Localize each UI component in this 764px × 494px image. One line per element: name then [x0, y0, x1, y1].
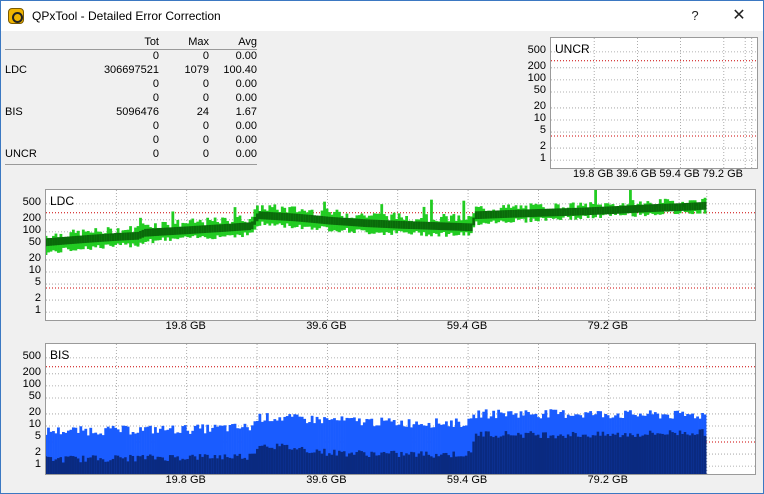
bis-chart-svg — [46, 344, 755, 474]
y-tick-label: 200 — [22, 365, 41, 378]
stats-cell-label — [5, 119, 65, 133]
y-tick-label: 500 — [22, 349, 41, 362]
stats-cell-avg: 0.00 — [235, 92, 257, 104]
x-tick-label: 59.4 GB — [446, 320, 488, 332]
x-tick-label: 59.4 GB — [446, 474, 488, 486]
stats-cell-max: 0 — [202, 120, 209, 132]
stats-cell-max: 0 — [202, 148, 209, 160]
stats-cell-label — [5, 49, 65, 63]
qpxtool-app-icon — [8, 8, 24, 24]
y-tick-label: 50 — [533, 83, 546, 96]
x-tick-label: 39.6 GB — [306, 320, 347, 332]
close-button[interactable]: ✕ — [719, 1, 759, 31]
stats-cell-avg: 0.00 — [235, 50, 257, 62]
y-tick-label: 10 — [533, 112, 546, 124]
stats-cell-tot: 0 — [152, 120, 159, 132]
stats-cell-tot: 0 — [152, 92, 159, 104]
stats-header-tot: Tot — [144, 36, 159, 48]
stats-cell-label — [5, 133, 65, 147]
ldc-chart-title: LDC — [50, 194, 75, 208]
stats-cell-avg: 100.40 — [223, 64, 257, 76]
stats-cell-tot: 0 — [152, 148, 159, 160]
stats-cell-label — [5, 77, 65, 91]
stats-header-divider — [5, 49, 257, 50]
y-tick-label: 1 — [34, 304, 41, 317]
x-tick-label: 19.8 GB — [165, 320, 206, 332]
bis-chart: BIS — [45, 343, 756, 475]
stats-cell-tot: 306697521 — [103, 64, 159, 76]
y-tick-label: 20 — [533, 99, 546, 112]
stats-row: 0 0 0.00 — [5, 49, 257, 63]
stats-row: 0 0 0.00 — [5, 91, 257, 105]
y-tick-label: 20 — [28, 251, 41, 264]
y-tick-label: 5 — [539, 124, 546, 137]
y-tick-label: 50 — [28, 235, 41, 248]
y-tick-label: 2 — [34, 292, 41, 305]
stats-header-avg: Avg — [238, 36, 257, 48]
stats-row: LDC 306697521 1079 100.40 — [5, 63, 257, 77]
stats-cell-label: UNCR — [5, 148, 37, 160]
uncr-chart: UNCR — [550, 37, 758, 169]
stats-cell-avg: 0.00 — [235, 134, 257, 146]
stats-row: UNCR 0 0 0.00 — [5, 147, 257, 161]
x-tick-label: 79.2 GB — [587, 320, 628, 332]
y-tick-label: 50 — [28, 389, 41, 402]
stats-header-label — [5, 35, 65, 49]
x-tick-label: 19.8 GB — [165, 474, 206, 486]
stats-cell-label: BIS — [5, 106, 23, 118]
stats-cell-avg: 0.00 — [235, 120, 257, 132]
stats-cell-avg: 1.67 — [235, 106, 257, 118]
stats-table: Tot Max Avg 0 0 0.00 LDC 306697521 1079 100.40… — [5, 35, 257, 161]
ldc-chart: LDC — [45, 189, 756, 321]
y-tick-label: 5 — [34, 276, 41, 289]
y-tick-label: 10 — [28, 418, 41, 430]
stats-row: 0 0 0.00 — [5, 119, 257, 133]
y-tick-label: 2 — [539, 140, 546, 153]
stats-header-row: Tot Max Avg — [5, 35, 257, 49]
stats-cell-max: 0 — [202, 78, 209, 90]
stats-cell-label — [5, 91, 65, 105]
stats-row: 0 0 0.00 — [5, 77, 257, 91]
ldc-chart-svg — [46, 190, 755, 320]
y-tick-label: 10 — [28, 264, 41, 276]
y-tick-label: 2 — [34, 446, 41, 459]
y-tick-label: 500 — [527, 43, 546, 56]
y-tick-label: 1 — [34, 458, 41, 471]
uncr-chart-title: UNCR — [555, 42, 590, 56]
stats-cell-max: 0 — [202, 50, 209, 62]
x-tick-label: 39.6 GB — [306, 474, 347, 486]
stats-cell-avg: 0.00 — [235, 148, 257, 160]
detailed-error-correction-window: QPxTool - Detailed Error Correction ? ✕ … — [0, 0, 764, 494]
uncr-chart-svg — [551, 38, 757, 168]
stats-cell-avg: 0.00 — [235, 78, 257, 90]
y-tick-label: 100 — [22, 223, 41, 236]
y-tick-label: 200 — [22, 211, 41, 224]
stats-cell-tot: 0 — [152, 134, 159, 146]
stats-cell-label: LDC — [5, 64, 28, 76]
y-tick-label: 200 — [527, 59, 546, 72]
x-tick-label: 79.2 GB — [702, 168, 743, 180]
stats-cell-tot: 0 — [152, 78, 159, 90]
stats-cell-max: 0 — [202, 134, 209, 146]
stats-footer-divider — [5, 164, 257, 165]
help-button[interactable]: ? — [675, 1, 715, 31]
y-tick-label: 20 — [28, 405, 41, 418]
title-bar[interactable]: QPxTool - Detailed Error Correction ? ✕ — [1, 1, 763, 31]
stats-header-max: Max — [188, 36, 209, 48]
stats-row: 0 0 0.00 — [5, 133, 257, 147]
bis-chart-title: BIS — [50, 348, 70, 362]
window-title: QPxTool - Detailed Error Correction — [32, 9, 221, 23]
stats-cell-max: 24 — [196, 106, 209, 118]
stats-cell-tot: 5096476 — [116, 106, 159, 118]
stats-row: BIS 5096476 24 1.67 — [5, 105, 257, 119]
y-tick-label: 100 — [22, 377, 41, 390]
y-tick-label: 1 — [539, 152, 546, 165]
x-tick-label: 79.2 GB — [587, 474, 628, 486]
stats-cell-max: 1079 — [184, 64, 209, 76]
y-tick-label: 500 — [22, 195, 41, 208]
y-tick-label: 5 — [34, 430, 41, 443]
stats-cell-tot: 0 — [152, 50, 159, 62]
stats-cell-max: 0 — [202, 92, 209, 104]
y-tick-label: 100 — [527, 71, 546, 84]
